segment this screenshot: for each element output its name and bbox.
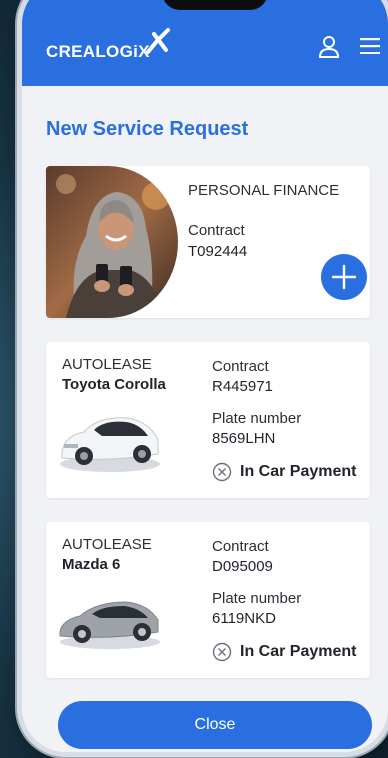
car-image (59, 601, 160, 649)
personal-finance-card[interactable]: PERSONAL FINANCE Contract T092444 (46, 166, 370, 318)
plate-value: 6119NKD (212, 610, 276, 627)
plate-label: Plate number (212, 590, 302, 607)
hamburger-menu-icon[interactable] (360, 38, 380, 54)
brand-star-icon (146, 28, 170, 54)
plus-icon (331, 264, 357, 290)
vehicle-model: Mazda 6 (62, 556, 121, 573)
personal-finance-category: PERSONAL FINANCE (188, 182, 340, 199)
close-button[interactable]: Close (58, 701, 372, 749)
page-title: New Service Request (46, 118, 249, 140)
vehicle-card[interactable]: AUTOLEASE Toyota Corolla Contract R44597… (46, 342, 370, 498)
in-car-payment-status[interactable]: In Car Payment (212, 642, 356, 662)
customer-photo (46, 166, 178, 318)
contract-value: T092444 (188, 243, 248, 260)
in-car-payment-status[interactable]: In Car Payment (212, 462, 356, 482)
vehicle-card[interactable]: AUTOLEASE Mazda 6 Contract D095009 Plate… (46, 522, 370, 678)
contract-value: D095009 (212, 558, 273, 575)
x-circle-icon (212, 462, 232, 482)
phone-frame: CREALOGiX New Service Request PERSONAL F… (22, 0, 388, 752)
contract-value: R445971 (212, 378, 273, 395)
brand-logo[interactable]: CREALOGiX (46, 28, 170, 62)
phone-notch (162, 0, 268, 10)
x-circle-icon (212, 642, 232, 662)
main-content: New Service Request PERSONAL FINANCE Con… (22, 86, 388, 752)
vehicle-category: AUTOLEASE (62, 536, 152, 553)
plate-label: Plate number (212, 410, 302, 427)
vehicle-model: Toyota Corolla (62, 376, 166, 393)
contract-label: Contract (212, 358, 269, 375)
contract-label: Contract (188, 222, 245, 239)
car-image (60, 417, 160, 472)
user-icon[interactable] (318, 35, 340, 59)
vehicle-category: AUTOLEASE (62, 356, 152, 373)
payment-label: In Car Payment (240, 463, 357, 480)
app-header: CREALOGiX (22, 0, 388, 86)
add-service-button[interactable] (321, 254, 367, 300)
payment-label: In Car Payment (240, 643, 357, 660)
brand-name: CREALOGiX (46, 42, 150, 61)
plate-value: 8569LHN (212, 430, 276, 447)
contract-label: Contract (212, 538, 269, 555)
